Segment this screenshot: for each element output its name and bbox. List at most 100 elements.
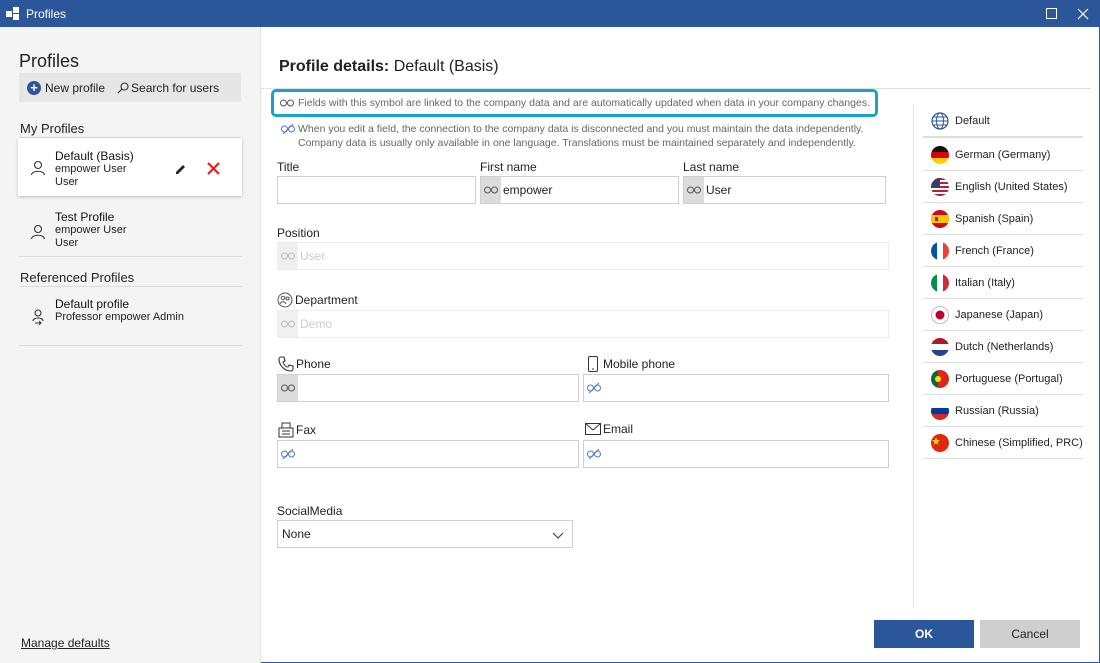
link-icon bbox=[278, 375, 298, 401]
heading-label: Profile details: bbox=[279, 58, 390, 75]
department-field: Demo bbox=[277, 310, 889, 338]
department-icon bbox=[277, 292, 293, 308]
unlinked-hint-text-2: Company data is usually only available i… bbox=[298, 137, 856, 149]
language-label: Russian (Russia) bbox=[955, 404, 1039, 417]
chevron-down-icon bbox=[552, 529, 564, 543]
profile-item-default-basis[interactable]: Default (Basis) empower User User bbox=[18, 138, 242, 196]
language-label: Portuguese (Portugal) bbox=[955, 372, 1063, 385]
language-label: Italian (Italy) bbox=[955, 276, 1015, 289]
email-label: Email bbox=[603, 422, 634, 436]
ok-button[interactable]: OK bbox=[874, 620, 974, 648]
plus-icon: + bbox=[27, 80, 41, 95]
search-users-button[interactable]: Search for users bbox=[117, 81, 219, 95]
phone-icon bbox=[278, 356, 294, 372]
language-item-dutch[interactable]: Dutch (Netherlands) bbox=[923, 331, 1083, 363]
social-media-label: SocialMedia bbox=[277, 504, 343, 518]
unlink-icon bbox=[584, 383, 604, 393]
profile-name: Default (Basis) bbox=[55, 149, 134, 163]
flag-japan-icon bbox=[931, 305, 949, 324]
phone-label: Phone bbox=[296, 357, 331, 371]
app-icon bbox=[6, 6, 20, 21]
sidebar: Profiles + New profile Search for users … bbox=[0, 27, 261, 663]
title-field[interactable] bbox=[277, 176, 476, 204]
profile-user: empower User bbox=[55, 224, 127, 236]
social-media-select[interactable]: None bbox=[277, 520, 573, 548]
language-item-french[interactable]: French (France) bbox=[923, 235, 1083, 267]
cancel-button[interactable]: Cancel bbox=[980, 620, 1080, 648]
new-profile-label: New profile bbox=[45, 80, 106, 95]
flag-russia-icon bbox=[931, 401, 949, 420]
first-name-field[interactable]: empower bbox=[480, 176, 679, 204]
language-item-spanish[interactable]: Spanish (Spain) bbox=[923, 203, 1083, 235]
link-icon bbox=[278, 311, 298, 337]
envelope-icon bbox=[585, 423, 601, 435]
unlinked-hint-text-1: When you edit a field, the connection to… bbox=[298, 123, 864, 135]
title-bar: Profiles bbox=[0, 0, 1100, 27]
divider bbox=[913, 106, 914, 606]
flag-usa-icon bbox=[931, 177, 949, 196]
mobile-phone-field[interactable] bbox=[583, 374, 889, 402]
language-item-default[interactable]: Default bbox=[923, 106, 1083, 138]
profile-item-test-profile[interactable]: Test Profile empower User User bbox=[18, 202, 242, 260]
link-icon bbox=[684, 177, 704, 203]
language-item-german[interactable]: German (Germany) bbox=[923, 139, 1083, 171]
fax-field[interactable] bbox=[277, 440, 579, 468]
phone-field[interactable] bbox=[277, 374, 579, 402]
fax-label-row: Fax bbox=[278, 422, 316, 438]
flag-portugal-icon bbox=[931, 369, 949, 388]
language-item-japanese[interactable]: Japanese (Japan) bbox=[923, 299, 1083, 331]
flag-germany-icon bbox=[931, 145, 949, 164]
manage-defaults-link[interactable]: Manage defaults bbox=[21, 636, 110, 650]
profile-item-default-profile[interactable]: Default profile Professor empower Admin bbox=[18, 289, 242, 341]
search-icon bbox=[117, 81, 129, 94]
profile-role: User bbox=[55, 237, 79, 249]
profile-name: Default profile bbox=[55, 297, 130, 311]
mobile-label: Mobile phone bbox=[603, 357, 676, 371]
link-icon bbox=[481, 177, 501, 203]
profile-user: empower User bbox=[55, 163, 127, 175]
email-label-row: Email bbox=[585, 422, 633, 436]
linked-hint-text: Fields with this symbol are linked to th… bbox=[298, 97, 870, 109]
language-item-portuguese[interactable]: Portuguese (Portugal) bbox=[923, 363, 1083, 395]
flag-netherlands-icon bbox=[931, 337, 949, 356]
flag-france-icon bbox=[931, 241, 949, 260]
heading-value: Default (Basis) bbox=[393, 58, 499, 75]
sidebar-title: Profiles bbox=[19, 51, 80, 71]
language-label: Default bbox=[955, 115, 990, 127]
user-icon bbox=[30, 160, 46, 179]
divider bbox=[19, 256, 242, 257]
window-title: Profiles bbox=[26, 6, 67, 21]
maximize-icon[interactable] bbox=[1036, 0, 1066, 27]
language-label: Spanish (Spain) bbox=[955, 212, 1034, 225]
shared-user-icon bbox=[30, 309, 46, 328]
language-label: Chinese (Simplified, PRC) bbox=[955, 436, 1083, 449]
language-item-russian[interactable]: Russian (Russia) bbox=[923, 395, 1083, 427]
language-label: English (United States) bbox=[955, 180, 1068, 193]
phone-label-row: Phone bbox=[278, 356, 331, 372]
close-icon[interactable] bbox=[1068, 0, 1098, 27]
department-label: Department bbox=[295, 293, 358, 307]
language-item-chinese[interactable]: Chinese (Simplified, PRC) bbox=[923, 427, 1083, 459]
language-item-italian[interactable]: Italian (Italy) bbox=[923, 267, 1083, 299]
position-label: Position bbox=[277, 226, 320, 240]
last-name-label: Last name bbox=[683, 160, 740, 174]
flag-italy-icon bbox=[931, 273, 949, 292]
profile-role: User bbox=[55, 176, 79, 188]
language-item-english-us[interactable]: English (United States) bbox=[923, 171, 1083, 203]
edit-pencil-icon[interactable] bbox=[174, 163, 187, 179]
flag-china-icon bbox=[931, 433, 949, 452]
delete-icon[interactable] bbox=[206, 161, 221, 179]
language-label: Dutch (Netherlands) bbox=[955, 340, 1054, 353]
sidebar-toolbar: + New profile Search for users bbox=[19, 73, 241, 102]
mobile-phone-icon bbox=[587, 356, 599, 372]
new-profile-button[interactable]: + New profile bbox=[27, 80, 106, 95]
email-field[interactable] bbox=[583, 440, 889, 468]
first-name-label: First name bbox=[480, 160, 537, 174]
last-name-value: User bbox=[706, 183, 732, 197]
fax-icon bbox=[278, 422, 294, 438]
title-label: Title bbox=[277, 160, 300, 174]
last-name-field[interactable]: User bbox=[683, 176, 886, 204]
search-users-label: Search for users bbox=[131, 80, 220, 95]
link-icon bbox=[280, 99, 294, 107]
globe-icon bbox=[931, 112, 949, 130]
